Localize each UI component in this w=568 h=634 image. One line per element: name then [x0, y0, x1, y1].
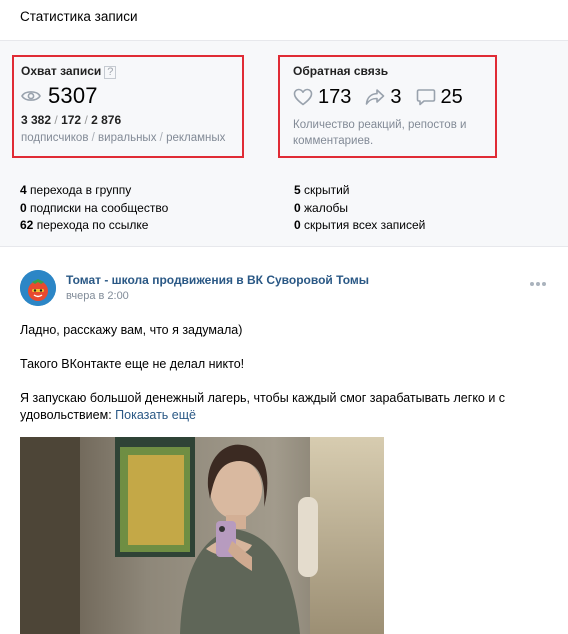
counter-value: 0	[294, 200, 301, 215]
post-time-link[interactable]: вчера в 2:00	[66, 290, 129, 302]
counter-row: 4 перехода в группу	[20, 182, 168, 200]
post-header: Томат - школа продвижения в ВК Суворовой…	[20, 266, 548, 306]
counter-label: скрытия всех записей	[304, 218, 426, 232]
reach-box: Охват записи? 5307 3 382 / 172 / 2 876 п…	[12, 55, 244, 158]
reach-total: 5307	[48, 83, 98, 108]
legend-separator: /	[91, 132, 95, 144]
likes-count: 173	[318, 85, 352, 108]
community-avatar[interactable]	[20, 270, 56, 306]
more-options-button[interactable]	[528, 276, 548, 292]
legend-viral: виральных	[98, 132, 157, 144]
dot-icon	[530, 282, 534, 286]
counter-label: перехода по ссылке	[36, 218, 149, 232]
counter-value: 62	[20, 218, 34, 232]
counters-right: 5 скрытий 0 жалобы 0 скрытия всех записе…	[294, 182, 425, 235]
feedback-row: 173 3 25	[293, 84, 477, 110]
reach-total-row: 5307	[21, 83, 98, 108]
counter-label: подписки на сообщество	[30, 200, 169, 215]
comments-counter: 25	[416, 86, 463, 109]
tomato-logo-icon	[20, 270, 56, 306]
share-icon	[366, 89, 385, 105]
reach-subscribers: 3 382	[21, 113, 52, 127]
reposts-count: 3	[390, 85, 402, 108]
legend-ads: рекламных	[166, 132, 226, 144]
dot-icon	[542, 282, 546, 286]
reach-breakdown: 3 382 / 172 / 2 876	[21, 113, 121, 127]
reach-viral: 172	[61, 113, 82, 127]
reach-separator: /	[84, 113, 88, 127]
reach-ads: 2 876	[91, 113, 122, 127]
counter-value: 4	[20, 183, 27, 197]
post-paragraph: Такого ВКонтакте еще не делал никто!	[20, 357, 245, 371]
reach-title-label: Охват записи	[21, 64, 102, 78]
page-header: Статистика записи	[0, 0, 568, 41]
reach-separator: /	[54, 113, 58, 127]
counters-left: 4 перехода в группу 0 подписки на сообще…	[20, 182, 168, 235]
counter-row: 62 перехода по ссылке	[20, 217, 168, 235]
likes-counter: 173	[293, 86, 351, 109]
legend-subscribers: подписчиков	[21, 132, 89, 144]
show-more-link[interactable]: Показать ещё	[115, 408, 196, 422]
page-title: Статистика записи	[20, 9, 138, 24]
counter-value: 5	[294, 183, 301, 197]
post-paragraph: Ладно, расскажу вам, что я задумала)	[20, 323, 243, 337]
comments-count: 25	[440, 85, 463, 108]
counter-value: 0	[20, 200, 27, 215]
counter-label: перехода в группу	[30, 183, 132, 197]
post-text: Ладно, расскажу вам, что я задумала) Так…	[20, 322, 540, 441]
counter-label: жалобы	[304, 200, 349, 215]
feedback-title: Обратная связь	[293, 64, 389, 78]
stats-panel: Охват записи? 5307 3 382 / 172 / 2 876 п…	[0, 41, 568, 247]
reach-legend: подписчиков / виральных / рекламных	[21, 132, 225, 144]
post-author-link[interactable]: Томат - школа продвижения в ВК Суворовой…	[66, 273, 369, 287]
counter-label: скрытий	[304, 183, 350, 197]
heart-icon	[293, 88, 313, 106]
post-paragraph-text: Я запускаю большой денежный лагерь, чтоб…	[20, 391, 506, 422]
dot-icon	[536, 282, 540, 286]
post-paragraph: Я запускаю большой денежный лагерь, чтоб…	[20, 390, 540, 424]
counter-row: 0 подписки на сообщество	[20, 200, 168, 218]
reach-title: Охват записи?	[21, 64, 117, 79]
counter-value: 0	[294, 218, 301, 232]
post-photo-image	[20, 437, 384, 634]
reposts-counter: 3	[365, 85, 402, 109]
comment-icon	[416, 89, 435, 106]
post-photo[interactable]	[20, 437, 384, 634]
eye-icon	[21, 91, 41, 101]
counter-row: 5 скрытий	[294, 182, 425, 200]
counter-row: 0 скрытия всех записей	[294, 217, 425, 235]
feedback-box: Обратная связь 173 3 25 Количество реакц…	[278, 55, 497, 158]
legend-separator: /	[159, 132, 163, 144]
counter-row: 0 жалобы	[294, 200, 425, 218]
feedback-description: Количество реакций, репостов и комментар…	[293, 119, 467, 147]
reach-help-icon[interactable]: ?	[104, 66, 117, 79]
